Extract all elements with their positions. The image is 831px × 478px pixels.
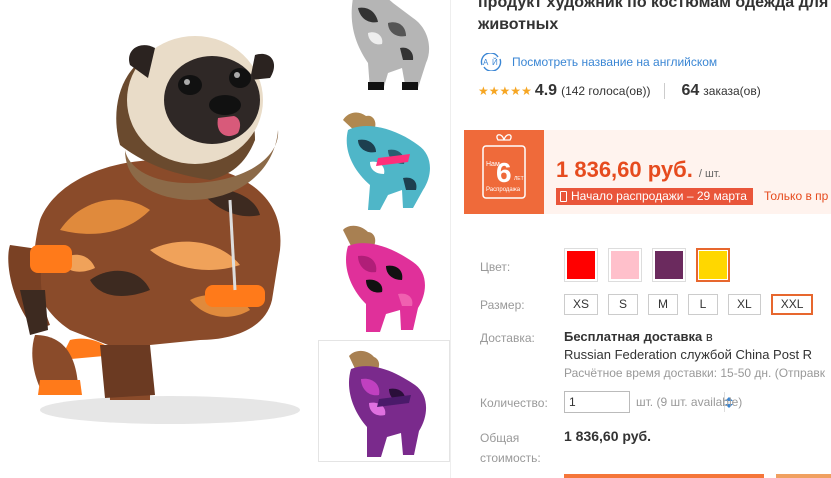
translate-icon: A Й <box>480 53 502 71</box>
size-options: XS S M L XL XXL <box>564 294 814 315</box>
translate-link-text[interactable]: Посмотреть название на английском <box>512 55 717 69</box>
total-label-line2: стоимость: <box>480 451 541 465</box>
rating-value[interactable]: 4.9 <box>535 82 557 100</box>
badge-caption: Распродажа <box>486 187 521 193</box>
quantity-box <box>564 391 733 413</box>
orders-label: заказа(ов) <box>703 84 761 98</box>
color-swatches <box>564 248 730 282</box>
free-shipping-text: Бесплатная доставка <box>564 329 703 344</box>
price-value: 1 836,60 руб. <box>556 157 693 182</box>
color-swatch-yellow[interactable] <box>696 248 730 282</box>
thumbnail-purple[interactable] <box>318 340 450 462</box>
translate-title-link[interactable]: A Й Посмотреть название на английском <box>478 53 717 71</box>
color-label: Цвет: <box>480 260 511 274</box>
only-in-app-link[interactable]: Только в пр <box>764 189 828 203</box>
thumbnail-strip <box>318 0 450 478</box>
size-option[interactable]: XL <box>728 294 761 315</box>
color-swatch-purple[interactable] <box>652 248 686 282</box>
gift-icon: Нам 6 ЛЕТ Распродажа <box>482 134 526 199</box>
anniversary-sale-badge: Нам 6 ЛЕТ Распродажа <box>464 130 544 214</box>
orders-count: 64 <box>681 82 700 99</box>
total-price: 1 836,60 руб. <box>564 428 652 444</box>
color-swatch-pink[interactable] <box>608 248 642 282</box>
add-to-cart-button[interactable] <box>776 474 831 478</box>
delivery-time: Расчётное время доставки: 15-50 дн. (Отп… <box>564 366 826 380</box>
size-option[interactable]: XS <box>564 294 599 315</box>
star-icon: ★ <box>478 84 489 98</box>
product-title-line2: животных <box>478 16 559 33</box>
quantity-label: Количество: <box>480 396 548 410</box>
product-title: продукт художник по костюмам одежда для … <box>478 0 831 36</box>
rating-row: ★ ★ ★ ★ ★ 4.9 (142 голоса(ов)) 64 заказа… <box>478 82 761 100</box>
main-product-image[interactable] <box>0 0 318 478</box>
product-title-line1: продукт художник по костюмам одежда для <box>478 0 829 11</box>
price-box: Нам 6 ЛЕТ Распродажа 1 836,60 руб. / шт. … <box>464 130 831 214</box>
rating-votes[interactable]: (142 голоса(ов)) <box>561 84 650 98</box>
badge-sub: ЛЕТ <box>514 176 524 182</box>
size-label: Размер: <box>480 298 525 312</box>
total-label: Общая стоимость: <box>480 428 541 468</box>
product-price: 1 836,60 руб. / шт. <box>556 157 721 183</box>
star-icon: ★ <box>488 84 500 98</box>
thumbnail-gray[interactable] <box>318 0 450 96</box>
delivery-info: Бесплатная доставка в Russian Federation… <box>564 328 825 382</box>
thumbnail-pink[interactable] <box>318 220 450 336</box>
size-option[interactable]: L <box>688 294 719 315</box>
delivery-label: Доставка: <box>480 331 535 345</box>
rating-stars: ★ ★ ★ ★ ★ <box>478 85 532 97</box>
size-option-selected[interactable]: XXL <box>770 294 814 315</box>
delivery-to: в <box>702 329 713 344</box>
sale-start-badge: Начало распродажи – 29 марта <box>556 188 753 205</box>
phone-icon <box>560 191 567 202</box>
sale-start-text: Начало распродажи – 29 марта <box>571 189 747 203</box>
buy-now-button[interactable] <box>564 474 764 478</box>
svg-text:Й: Й <box>492 58 498 67</box>
quantity-available: шт. (9 шт. available) <box>636 395 743 409</box>
star-icon: ★ <box>510 84 522 98</box>
column-divider <box>450 0 451 478</box>
price-unit: / шт. <box>698 168 721 180</box>
total-label-line1: Общая <box>480 431 520 445</box>
svg-text:A: A <box>483 58 489 67</box>
product-info-panel: продукт художник по костюмам одежда для … <box>464 0 831 478</box>
star-icon: ★ <box>499 84 511 98</box>
rating-separator <box>664 83 666 99</box>
star-icon: ★ <box>521 84 532 98</box>
thumbnail-blue[interactable] <box>318 100 450 216</box>
delivery-carrier[interactable]: Russian Federation службой China Post R <box>564 346 825 364</box>
color-swatch-red[interactable] <box>564 248 598 282</box>
size-option[interactable]: S <box>608 294 639 315</box>
quantity-stepper: шт. (9 шт. available) <box>564 391 742 413</box>
badge-number: 6 <box>496 157 512 188</box>
size-option[interactable]: M <box>648 294 679 315</box>
